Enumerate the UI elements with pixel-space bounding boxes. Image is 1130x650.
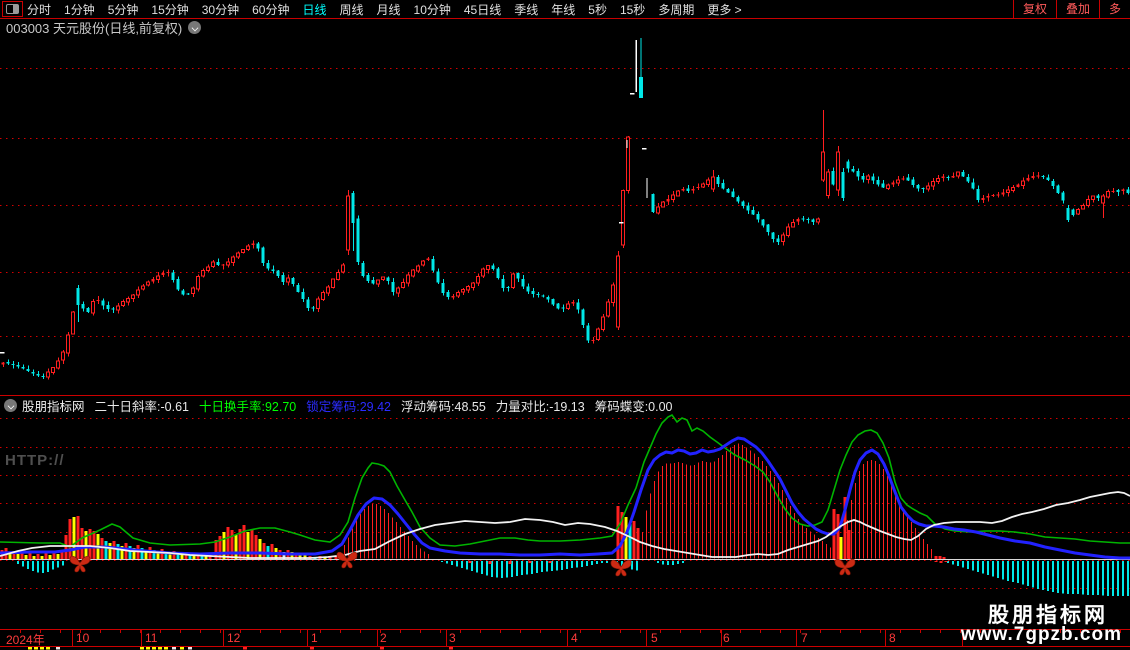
indicator-field: 锁定筹码:29.42 [306,400,391,414]
spike-marks [0,38,647,354]
indicator-field: 十日换手率:92.70 [199,400,296,414]
indicator-field: 力量对比:-19.13 [496,400,585,414]
site-url-watermark: www.7gpzb.com [961,624,1122,646]
x-axis-label: 2 [380,631,387,645]
x-axis-label: 6 [723,631,730,645]
indicator-field: 筹码蝶变:0.00 [595,400,673,414]
bottom-strip [28,647,453,650]
indicator-values: 二十日斜率:-0.61 十日换手率:92.70 锁定筹码:29.42 浮动筹码:48.… [95,396,683,415]
indicator-source: 股朋指标网 [22,396,85,415]
x-axis-label: 10 [76,631,89,645]
gridlines [0,69,1130,589]
indicator-field: 二十日斜率:-0.61 [95,400,189,414]
x-axis-label: 12 [227,631,240,645]
x-axis-label: 1 [311,631,318,645]
x-axis-label: 2024年 [6,631,45,648]
main-candles [1,110,1129,380]
indicator-header: 股朋指标网 二十日斜率:-0.61 十日换手率:92.70 锁定筹码:29.42 浮动… [4,398,683,413]
x-axis-label: 11 [145,631,157,645]
x-axis-label: 3 [449,631,456,645]
indicator-lines [0,415,1130,558]
butterfly-icon [835,559,855,575]
x-axis-label: 4 [571,631,578,645]
x-axis-label: 8 [889,631,896,645]
http-watermark: HTTP:// [5,452,65,469]
x-axis-label: 5 [651,631,658,645]
x-axis-label: 7 [801,631,808,645]
chevron-down-icon[interactable] [4,399,17,412]
indicator-field: 浮动筹码:48.55 [401,400,486,414]
butterfly-icon [70,556,90,572]
chart-canvas[interactable] [0,0,1130,650]
indicator-histogram [0,443,1130,596]
app-window: 分时1分钟5分钟15分钟30分钟60分钟日线周线月线10分钟45日线季线年线5秒… [0,0,1130,650]
